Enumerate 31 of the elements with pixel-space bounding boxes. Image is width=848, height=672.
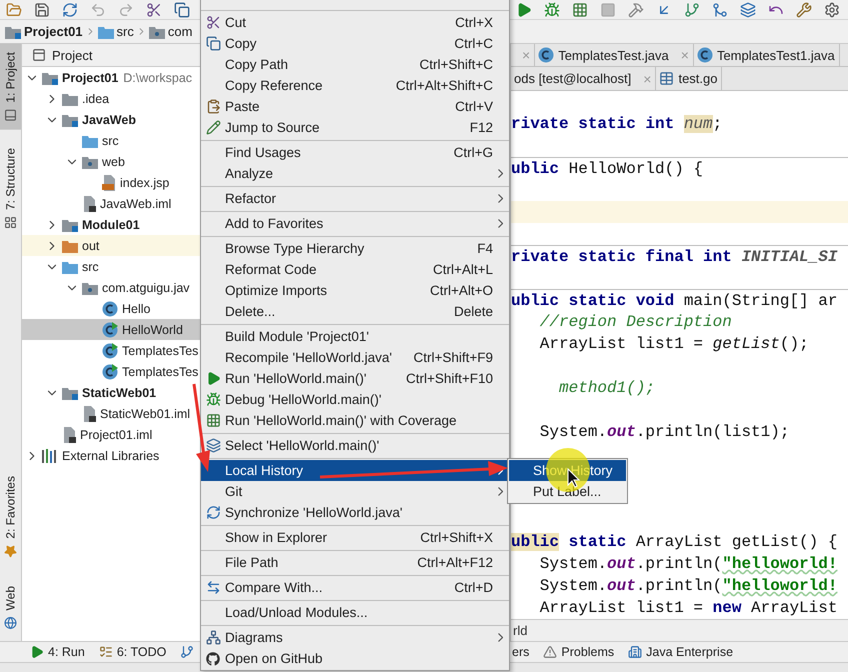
shortcut-text: Ctrl+Alt+L <box>432 262 493 277</box>
shortcut-text: Ctrl+X <box>454 15 493 30</box>
shortcut-text: Delete <box>452 304 493 319</box>
shortcut-text: Ctrl+Shift+X <box>419 530 493 545</box>
code-line: ublic static void main(String[] ar <box>511 289 848 311</box>
code-line: //region Description <box>538 312 733 333</box>
shortcut-text: Ctrl+Alt+O <box>428 283 493 298</box>
shortcut-text: Ctrl+Shift+F10 <box>404 371 493 386</box>
shortcut-text: Ctrl+D <box>453 580 493 595</box>
navigation-text: rld <box>513 623 528 638</box>
code-line: System.out.println(list1); <box>538 422 790 443</box>
shortcut-text: Ctrl+V <box>454 99 493 114</box>
shortcut-text: Ctrl+G <box>452 145 493 160</box>
code-line: method1(); <box>558 378 656 399</box>
shortcut-text: Ctrl+C <box>453 36 493 51</box>
shortcut-text: F4 <box>476 241 493 256</box>
shortcut-text: Ctrl+Alt+F12 <box>416 555 493 570</box>
shortcut-text: Ctrl+Shift+C <box>418 57 493 72</box>
shortcut-text: Ctrl+Alt+Shift+C <box>394 78 493 93</box>
shortcut-text: F12 <box>468 120 493 135</box>
code-line: ArrayList list1 = new ArrayList <box>538 598 838 619</box>
code-line: ublic HelloWorld() { <box>511 157 848 179</box>
code-line: System.out.println("helloworld! <box>538 576 838 597</box>
code-line: ublic static ArrayList getList() { <box>511 532 838 553</box>
shortcut-text: Ctrl+Shift+F9 <box>412 350 493 365</box>
code-line: rivate static final int INITIAL_SI <box>511 245 848 267</box>
code-line: rivate static int num; <box>511 114 724 135</box>
code-line: ArrayList list1 = getList(); <box>538 334 810 355</box>
code-line: System.out.println("helloworld! <box>538 554 838 575</box>
path-text: D:\workspac <box>123 70 192 84</box>
panel-title: Project <box>52 48 92 62</box>
